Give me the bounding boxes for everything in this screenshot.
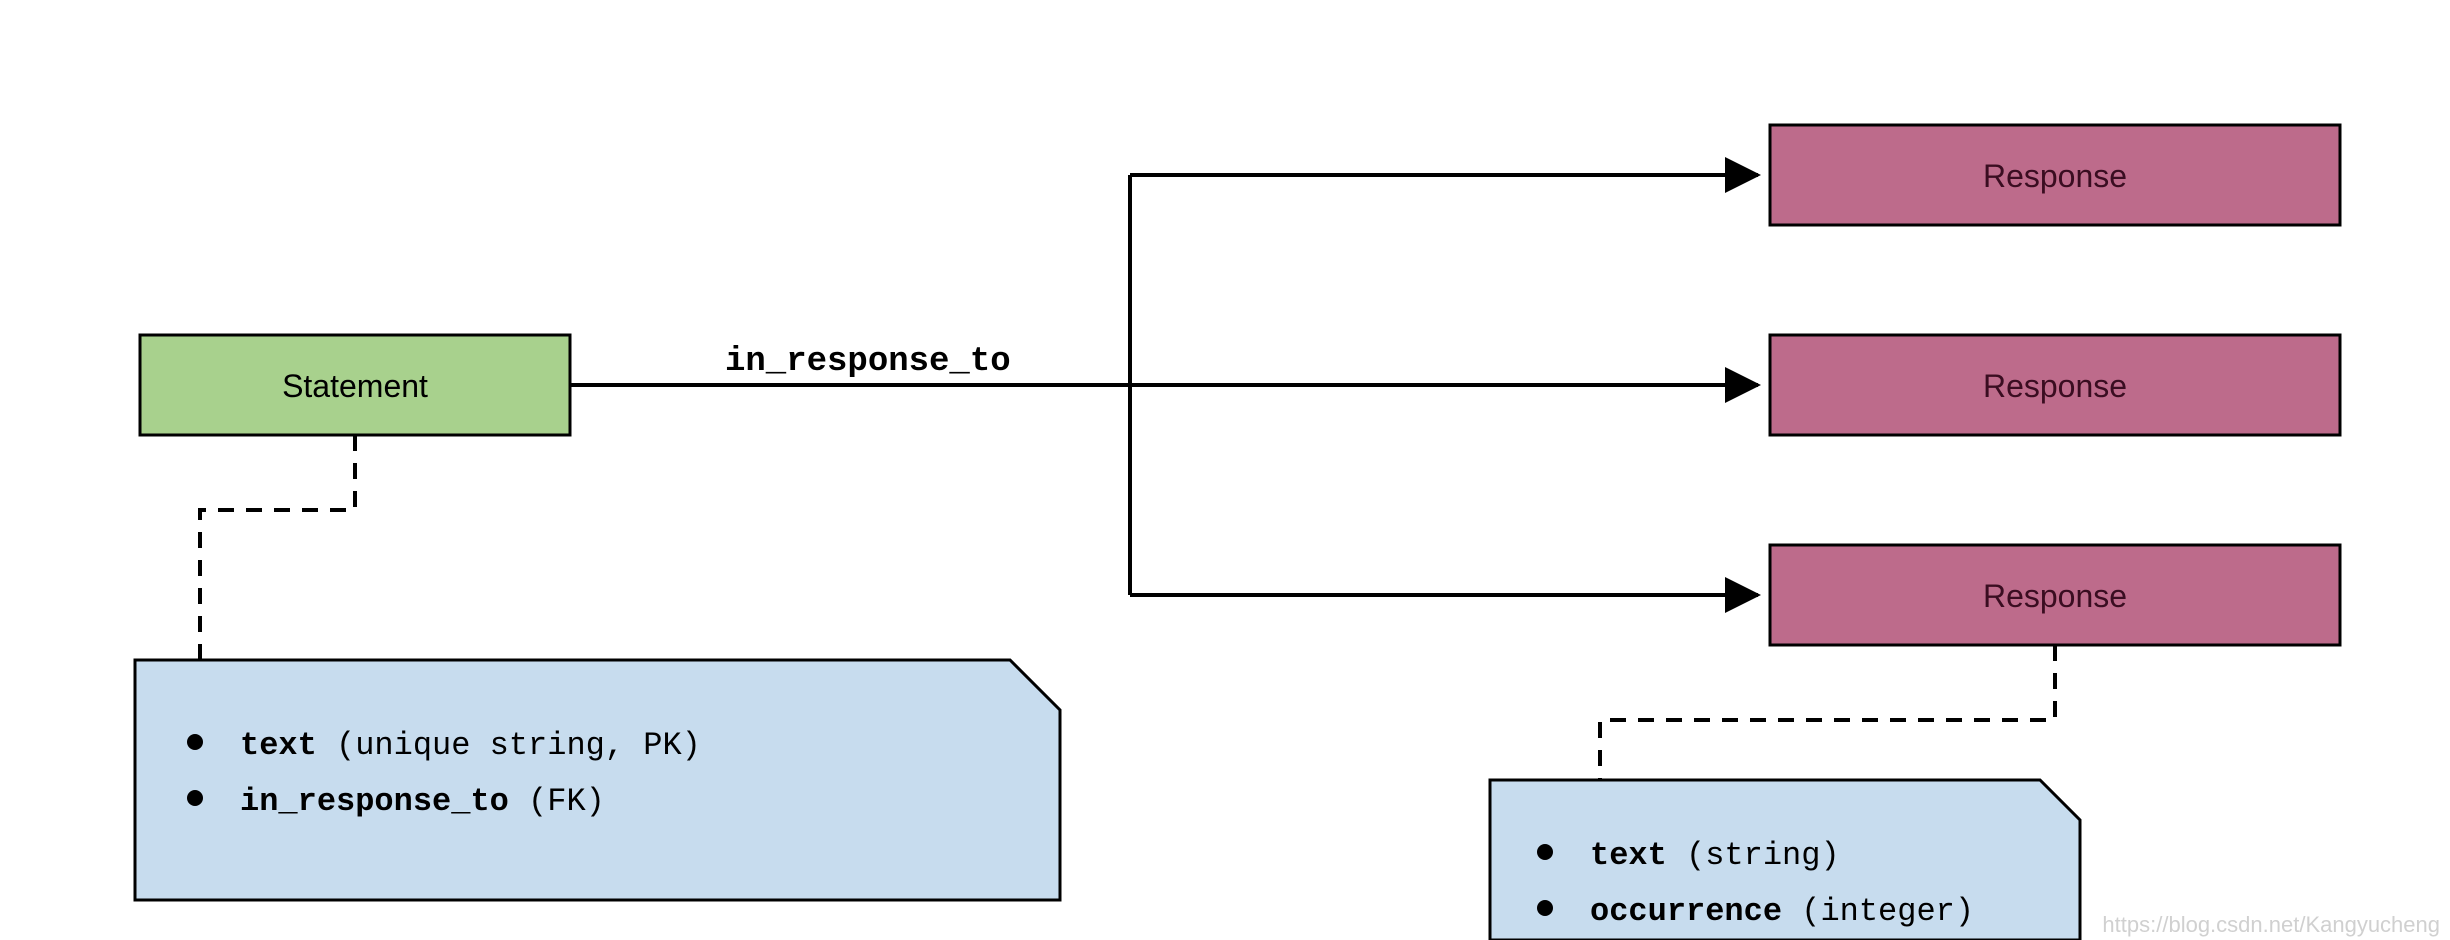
response-label-3: Response	[1983, 578, 2127, 614]
edge-label: in_response_to	[725, 343, 1011, 381]
watermark: https://blog.csdn.net/Kangyucheng	[2102, 912, 2440, 937]
response-box-2: Response	[1770, 335, 2340, 435]
response-label-2: Response	[1983, 368, 2127, 404]
response-note: text (string) occurrence (integer)	[1490, 780, 2080, 940]
response-box-3: Response	[1770, 545, 2340, 645]
statement-box: Statement	[140, 335, 570, 435]
response-note-line1: text (string)	[1590, 837, 1840, 874]
response-note-connector	[1600, 645, 2055, 780]
statement-note-line2: in_response_to (FK)	[240, 783, 605, 820]
statement-note: text (unique string, PK) in_response_to …	[135, 660, 1060, 900]
statement-label: Statement	[282, 368, 428, 404]
response-label-1: Response	[1983, 158, 2127, 194]
response-box-1: Response	[1770, 125, 2340, 225]
statement-note-connector	[200, 435, 355, 660]
response-note-line2: occurrence (integer)	[1590, 893, 1974, 930]
statement-note-line1: text (unique string, PK)	[240, 727, 701, 764]
